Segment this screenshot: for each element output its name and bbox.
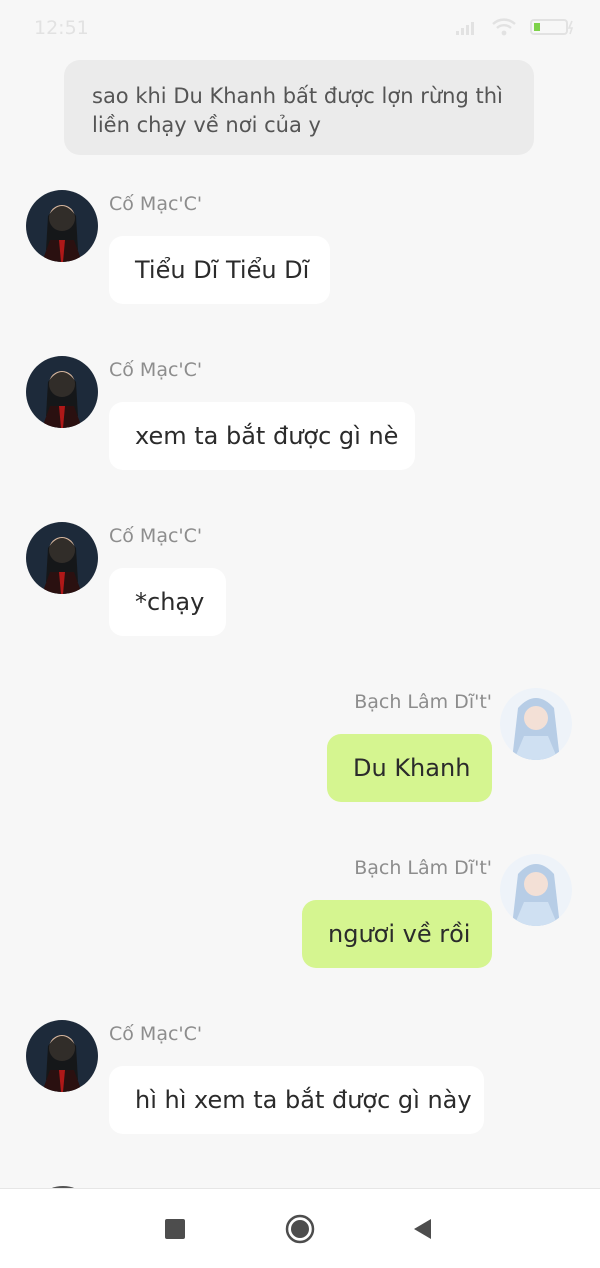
sender-name: Cố Mạc'C'	[109, 525, 203, 547]
avatar-bach-lam[interactable]	[500, 688, 572, 760]
wifi-icon	[492, 18, 516, 36]
avatar-image	[26, 356, 98, 428]
signal-icon	[456, 22, 474, 35]
avatar-image	[26, 1020, 98, 1092]
avatar-image	[26, 522, 98, 594]
message-bubble[interactable]: ngươi về rồi	[302, 900, 492, 968]
avatar-co-mac[interactable]	[26, 1020, 98, 1092]
circle-home-icon	[285, 1214, 315, 1244]
avatar-co-mac[interactable]	[26, 356, 98, 428]
avatar-image	[26, 190, 98, 262]
home-button[interactable]	[278, 1207, 322, 1251]
message-bubble[interactable]: *chạy	[109, 568, 226, 636]
avatar-co-mac[interactable]	[26, 522, 98, 594]
message-bubble[interactable]: hì hì xem ta bắt được gì này	[109, 1066, 484, 1134]
square-recents-icon	[165, 1219, 185, 1239]
sender-name: Bạch Lâm Dĩ't'	[354, 857, 492, 879]
avatar-co-mac[interactable]	[26, 190, 98, 262]
sender-name: Cố Mạc'C'	[109, 1023, 203, 1045]
back-button[interactable]	[400, 1207, 444, 1251]
sender-name: Bạch Lâm Dĩ't'	[354, 691, 492, 713]
message-bubble[interactable]: Du Khanh	[327, 734, 492, 802]
navigation-bar	[0, 1188, 600, 1268]
avatar-image	[500, 854, 572, 926]
status-time: 12:51	[34, 17, 89, 39]
message-bubble[interactable]: xem ta bắt được gì nè	[109, 402, 415, 470]
message-bubble[interactable]: Tiểu Dĩ Tiểu Dĩ	[109, 236, 330, 304]
narration-bubble: sao khi Du Khanh bất được lợn rừng thì l…	[64, 60, 534, 155]
status-bar: 12:51	[0, 0, 600, 56]
triangle-back-icon	[414, 1219, 431, 1239]
sender-name: Cố Mạc'C'	[109, 193, 203, 215]
status-icons	[456, 18, 574, 36]
avatar-bach-lam[interactable]	[500, 854, 572, 926]
sender-name: Cố Mạc'C'	[109, 359, 203, 381]
battery-icon	[530, 19, 574, 35]
recents-button[interactable]	[153, 1207, 197, 1251]
avatar-image	[500, 688, 572, 760]
